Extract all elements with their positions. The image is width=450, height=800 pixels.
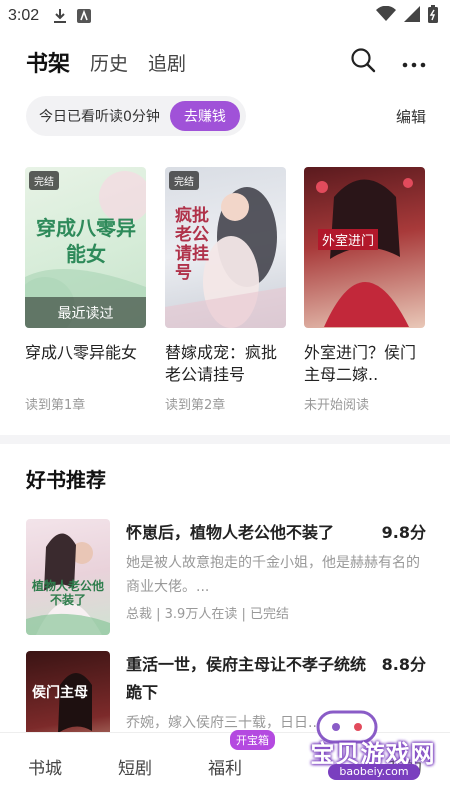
today-reading-text: 今日已看听读0分钟 <box>39 109 160 125</box>
recommend-item-1[interactable]: 植物人老公他不装了 怀崽后，植物人老公他不装了 9.8分 她是被人故意抱走的千金… <box>26 519 426 637</box>
shelf-book-1[interactable]: 穿成八零异能女 完结 最近读过 穿成八零异能女 读到第1章 <box>25 167 146 413</box>
search-icon[interactable] <box>350 47 376 77</box>
status-bar: 3:02 <box>0 0 450 32</box>
book-title: 穿成八零异能女 <box>25 343 138 362</box>
shelf-book-2[interactable]: 疯批老公请挂号 完结 替嫁成宠：疯批老公请挂号 读到第2章 <box>165 167 286 413</box>
treasure-badge[interactable]: 开宝箱 <box>230 730 275 750</box>
reading-time-pill: 今日已看听读0分钟 去赚钱 <box>26 96 246 136</box>
book-title: 替嫁成宠：疯批老公请挂号 <box>165 343 278 384</box>
status-badge: 完结 <box>29 171 59 190</box>
book-cover: 外室进门 <box>304 167 425 328</box>
tab-bookshelf[interactable]: 书架 <box>26 46 70 78</box>
nav-bookstore[interactable]: 书城 <box>0 733 90 800</box>
rec-description: 她是被人故意抱走的千金小姐，他是赫赫有名的商业大佬。... <box>126 555 420 595</box>
nav-label: 福利 <box>208 759 242 779</box>
cover-title-art: 植物人老公他不装了 <box>31 579 104 607</box>
battery-icon <box>428 5 438 27</box>
rec-score: 9.8分 <box>381 523 426 542</box>
book-cover: 穿成八零异能女 完结 最近读过 <box>25 167 146 328</box>
rec-title: 重活一世，侯府主母让不孝子统统跪下 <box>126 655 367 702</box>
status-time: 3:02 <box>8 7 40 24</box>
earn-money-button[interactable]: 去赚钱 <box>169 101 240 131</box>
bookshelf: 穿成八零异能女 完结 最近读过 穿成八零异能女 读到第1章 疯批老公请挂号 完结… <box>25 167 425 427</box>
tab-history[interactable]: 历史 <box>90 49 128 76</box>
book-cover: 侯门主母 <box>26 651 110 733</box>
nav-label: 书城 <box>28 759 62 779</box>
rec-title: 怀崽后，植物人老公他不装了 <box>126 523 335 542</box>
top-nav: 书架 历史 追剧 <box>0 40 450 84</box>
section-divider <box>0 435 450 444</box>
last-read-overlay: 最近读过 <box>25 297 146 328</box>
reading-time-row: 今日已看听读0分钟 去赚钱 编辑 <box>26 96 426 136</box>
cover-title-art: 侯门主母 <box>32 685 88 701</box>
book-progress: 读到第2章 <box>165 398 226 413</box>
section-title: 好书推荐 <box>26 468 106 492</box>
wifi-icon <box>376 5 396 26</box>
status-badge: 完结 <box>169 171 199 190</box>
shelf-book-3[interactable]: 外室进门 外室进门？侯门主母二嫁.. 未开始阅读 <box>304 167 425 413</box>
book-title: 外室进门？侯门主母二嫁.. <box>304 343 417 384</box>
signal-icon <box>404 6 420 26</box>
nav-label: 短剧 <box>118 759 152 779</box>
cover-title-art: 疯批老公请挂号 <box>175 206 209 283</box>
book-cover: 植物人老公他不装了 <box>26 519 110 635</box>
watermark: 宝贝游戏网 baobeiy.com <box>300 706 446 780</box>
app-notification-icon <box>77 9 92 23</box>
watermark-url: baobeiy.com <box>328 764 420 780</box>
nav-short-drama[interactable]: 短剧 <box>90 733 180 800</box>
cover-title-art: 外室进门 <box>318 229 379 250</box>
rec-meta: 总裁 | 3.9万人在读 | 已完结 <box>126 607 289 622</box>
edit-button[interactable]: 编辑 <box>396 106 426 127</box>
rec-score: 8.8分 <box>381 655 426 674</box>
more-icon[interactable] <box>402 53 426 72</box>
book-cover: 疯批老公请挂号 完结 <box>165 167 286 328</box>
tab-follow-drama[interactable]: 追剧 <box>148 49 186 76</box>
cover-title-art: 穿成八零异能女 <box>36 216 136 266</box>
download-icon <box>53 8 67 24</box>
book-progress: 未开始阅读 <box>304 398 370 413</box>
book-progress: 读到第1章 <box>25 398 86 413</box>
